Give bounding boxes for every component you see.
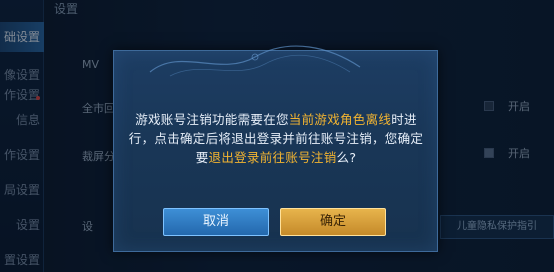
decorative-cloud-swirl-icon	[149, 45, 361, 77]
cancel-button[interactable]: 取消	[163, 208, 269, 236]
message-text: 么?	[336, 150, 357, 165]
confirm-button[interactable]: 确定	[280, 208, 386, 236]
dialog-message: 游戏账号注销功能需要在您当前游戏角色离线时进行，点击确定后将退出登录并前往账号注…	[126, 110, 426, 167]
message-highlight-offline: 当前游戏角色离线	[288, 112, 392, 127]
message-highlight-logout: 退出登录前往账号注销	[208, 150, 337, 165]
message-text: 游戏账号注销功能需要在您	[135, 112, 289, 127]
